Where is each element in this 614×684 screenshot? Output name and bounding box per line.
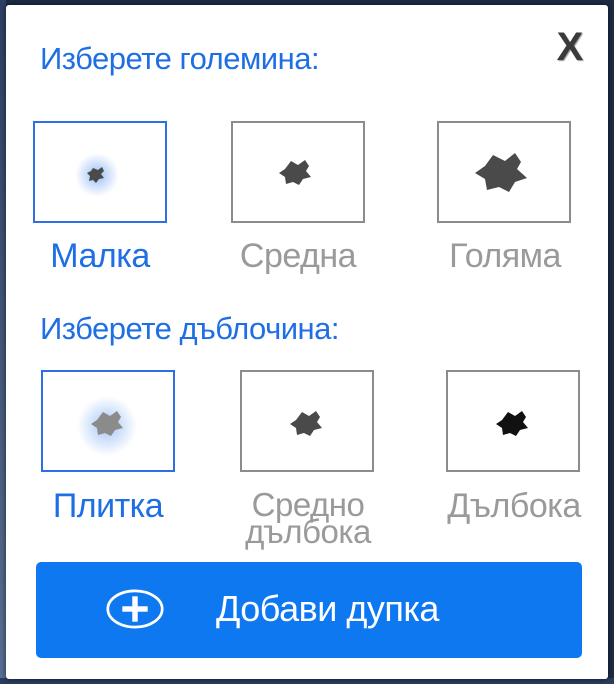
shallow-hole-icon (77, 396, 137, 456)
size-heading: Изберете големина: (40, 41, 320, 76)
depth-option-shallow[interactable] (41, 370, 175, 472)
add-hole-button[interactable]: Добави дупка (36, 562, 582, 658)
medium-depth-hole-icon (290, 411, 322, 436)
size-label-large: Голяма (449, 237, 561, 275)
depth-label-shallow: Плитка (52, 487, 164, 525)
size-option-small[interactable] (33, 121, 167, 223)
depth-label-medium: Средно дълбока (245, 486, 371, 550)
large-hole-icon (475, 153, 527, 192)
size-label-medium: Средна (239, 237, 357, 275)
depth-option-medium[interactable] (240, 370, 374, 472)
medium-hole-icon (279, 160, 311, 185)
depth-heading: Изберете дъблочина: (40, 311, 340, 346)
depth-label-deep: Дълбока (447, 487, 581, 525)
small-hole-icon (75, 153, 119, 197)
size-option-medium[interactable] (231, 121, 365, 223)
size-label-small: Малка (50, 237, 150, 275)
size-option-large[interactable] (437, 121, 571, 223)
add-hole-dialog: X Изберете големина: Малка Средна Голяма… (6, 5, 608, 679)
plus-circle-icon (106, 589, 164, 629)
add-hole-button-label: Добави дупка (216, 588, 439, 629)
close-button[interactable]: X (554, 27, 586, 67)
deep-hole-icon (496, 411, 528, 436)
depth-option-deep[interactable] (446, 370, 580, 472)
